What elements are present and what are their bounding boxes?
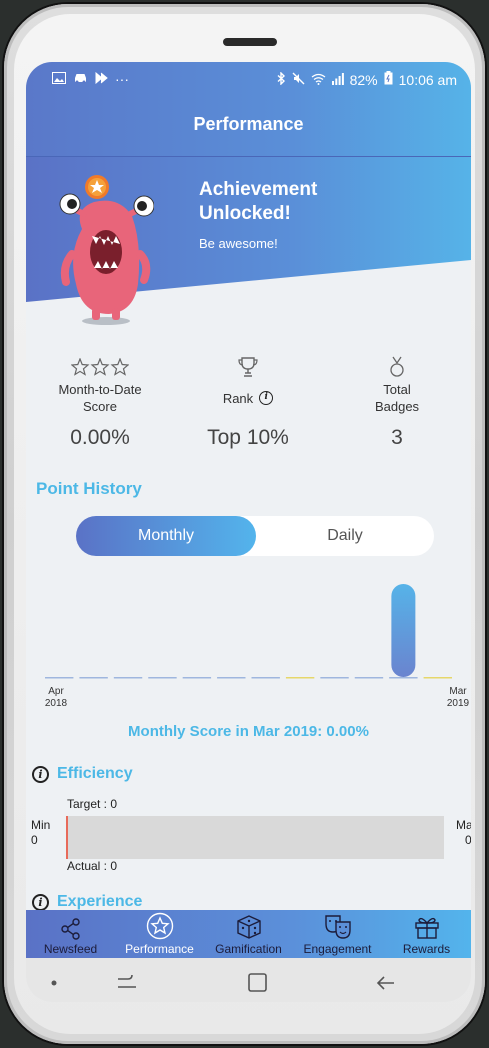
efficiency-header: i Efficiency [32, 765, 133, 783]
efficiency-actual: Actual : 0 [67, 859, 118, 873]
status-left: ··· [52, 71, 129, 87]
gift-icon [382, 910, 471, 940]
efficiency-min-value: 0 [31, 833, 38, 847]
efficiency-target: Target : 0 [67, 797, 118, 811]
experience-info-icon[interactable]: i [32, 893, 49, 911]
car-icon [73, 71, 88, 87]
speaker-grille [223, 38, 277, 46]
stat-label: Month-to-Date Score [58, 382, 142, 414]
flag-icon [95, 71, 108, 87]
tab-rewards[interactable]: Rewards [382, 910, 471, 958]
chart-baseline-9 [354, 677, 384, 679]
stat-label: Total Badges [374, 382, 420, 414]
tab-label: Engagement [303, 942, 372, 956]
x-axis-end-label: Mar 2019 [446, 686, 470, 709]
chart-baseline-11 [423, 677, 452, 679]
app-header: ··· 82% 10:06 am Performance [26, 62, 471, 156]
bottom-tab-bar: Newsfeed Performance Gamification Engage… [26, 910, 471, 958]
masks-icon [293, 910, 382, 940]
stat-value: 0.00% [70, 426, 130, 449]
battery-icon [384, 71, 393, 88]
star-icon [115, 910, 204, 940]
share-icon [26, 910, 115, 940]
stat-rank: Rank i Top 10% [174, 354, 322, 450]
efficiency-min-label: Min [31, 818, 51, 832]
wifi-icon [311, 72, 326, 88]
screen: ··· 82% 10:06 am Performance Achievement… [26, 62, 471, 1002]
system-nav-buttons [51, 973, 394, 992]
stat-month-to-date: Month-to-Date Score 0.00% [26, 354, 174, 450]
tab-performance[interactable]: Performance [115, 910, 204, 958]
tab-gamification[interactable]: Gamification [204, 910, 293, 958]
back-icon[interactable] [376, 976, 394, 990]
home-icon[interactable] [248, 973, 267, 992]
experience-header: i Experience [32, 893, 142, 911]
point-history-chart [45, 584, 452, 679]
chart-baseline-5 [217, 677, 246, 679]
stars-icon [26, 354, 174, 380]
more-notifications: ··· [115, 71, 129, 87]
period-toggle: Monthly Daily [76, 516, 434, 556]
chart-baseline-7 [285, 677, 315, 679]
stat-badges: Total Badges 3 [323, 354, 471, 450]
status-right: 82% 10:06 am [277, 70, 457, 88]
mute-icon [292, 72, 305, 88]
stat-label-rank: Rank i [174, 380, 322, 416]
rank-info-icon[interactable]: i [259, 391, 274, 405]
medal-icon [323, 354, 471, 380]
battery-percent: 82% [349, 71, 378, 88]
chart-baseline-1 [79, 677, 108, 679]
stat-label: Rank [222, 390, 254, 406]
stat-value: Top 10% [207, 426, 289, 449]
efficiency-max-label: Max [456, 818, 471, 832]
chart-baseline-3 [148, 677, 177, 679]
monthly-score-caption: Monthly Score in Mar 2019: 0.00% [128, 723, 369, 740]
tab-label: Performance [125, 942, 194, 956]
tab-engagement[interactable]: Engagement [293, 910, 382, 958]
chart-baseline-2 [113, 677, 143, 679]
toggle-monthly[interactable]: Monthly [76, 516, 256, 556]
tab-label: Rewards [402, 942, 451, 956]
clock: 10:06 am [398, 71, 457, 88]
tab-label: Gamification [215, 942, 282, 956]
stats-row: Month-to-Date Score 0.00% Rank i Top 10% [26, 354, 471, 464]
chart-baseline-10 [389, 677, 418, 679]
x-axis-start-label: Apr 2018 [44, 686, 68, 709]
tab-newsfeed[interactable]: Newsfeed [26, 910, 115, 958]
monster-mascot-icon [59, 175, 154, 325]
efficiency-max-value: 0 [465, 833, 471, 847]
gallery-icon [52, 71, 66, 87]
trophy-icon [174, 354, 322, 380]
status-bar: ··· 82% 10:06 am [26, 62, 471, 96]
chart-baseline-6 [251, 677, 280, 679]
chart-baseline-8 [320, 677, 349, 679]
efficiency-bar-marker [66, 816, 68, 859]
page-title: Performance [193, 114, 304, 134]
nav-dot-icon[interactable] [51, 980, 57, 986]
chart-baseline-4 [182, 677, 212, 679]
bluetooth-icon [277, 70, 286, 88]
stat-value: 3 [391, 426, 403, 449]
tab-label: Newsfeed [43, 942, 98, 956]
experience-title: Experience [57, 893, 143, 910]
dice-icon [204, 910, 293, 940]
chart-baseline-0 [45, 677, 74, 679]
recent-apps-icon[interactable] [118, 974, 136, 988]
toggle-daily[interactable]: Daily [256, 516, 434, 556]
achievement-banner[interactable]: Achievement Unlocked! Be awesome! [26, 156, 471, 326]
efficiency-title: Efficiency [57, 765, 133, 782]
signal-icon [331, 72, 344, 88]
achievement-subtitle: Be awesome! [199, 236, 278, 251]
system-nav-bar [26, 958, 471, 1002]
efficiency-info-icon[interactable]: i [32, 765, 49, 783]
chart-bar-selected[interactable] [391, 584, 416, 677]
point-history-title: Point History [36, 479, 142, 498]
phone-frame: ··· 82% 10:06 am Performance Achievement… [4, 4, 485, 1044]
efficiency-bar-track [66, 816, 444, 859]
achievement-title: Achievement Unlocked! [199, 179, 318, 224]
